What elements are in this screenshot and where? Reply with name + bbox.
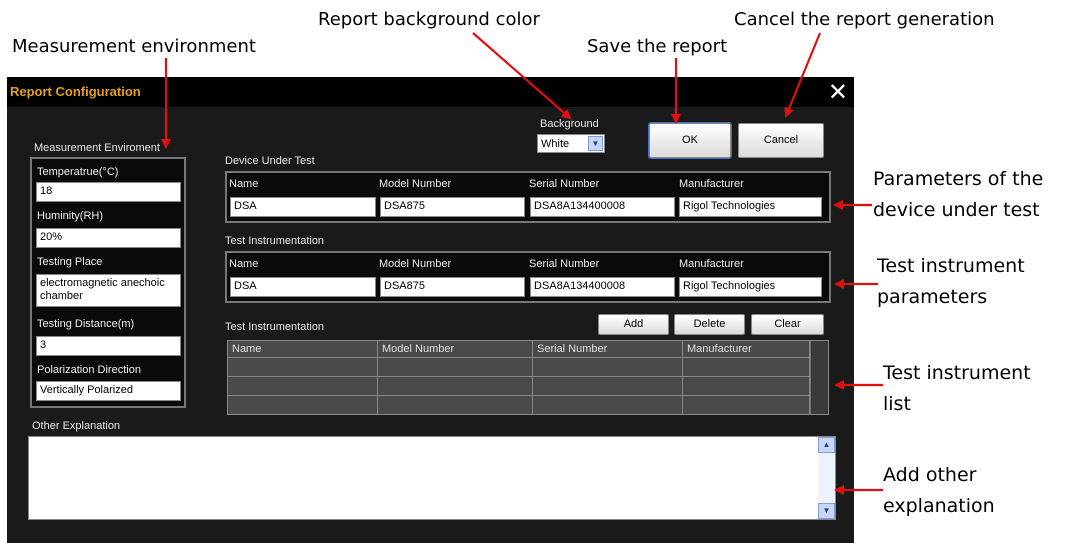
background-selected-value: White — [541, 138, 570, 150]
table-cell[interactable] — [683, 358, 810, 376]
annotation-line: explanation — [883, 495, 995, 517]
annotation-line: device under test — [873, 199, 1040, 221]
testing-distance-label: Testing Distance(m) — [37, 318, 135, 330]
table-cell[interactable] — [683, 377, 810, 395]
measurement-environment-panel: Temperatrue(°C) 18 Huminity(RH) 20% Test… — [30, 157, 186, 408]
polarization-field[interactable]: Vertically Polarized — [36, 381, 181, 401]
table-cell[interactable] — [378, 358, 533, 376]
dut-model-field[interactable]: DSA875 — [380, 197, 525, 217]
table-row[interactable] — [228, 395, 810, 414]
ok-button[interactable]: OK — [648, 122, 732, 159]
instrument-list-label: Test Instrumentation — [225, 321, 325, 333]
temperature-field[interactable]: 18 — [36, 182, 181, 202]
instrument-model-label: Model Number — [379, 258, 452, 270]
annotation-line: list — [883, 393, 911, 415]
humidity-field[interactable]: 20% — [36, 228, 181, 248]
table-cell[interactable] — [378, 377, 533, 395]
table-cell[interactable] — [228, 377, 378, 395]
device-under-test-label: Device Under Test — [225, 155, 315, 167]
annotation-line: parameters — [877, 286, 988, 308]
delete-button[interactable]: Delete — [674, 314, 745, 335]
annotation-cancel-report: Cancel the report generation — [734, 9, 995, 30]
table-cell[interactable] — [228, 358, 378, 376]
other-explanation-label: Other Explanation — [32, 420, 121, 432]
textarea-scrollbar[interactable]: ▲ ▼ — [818, 437, 835, 519]
clear-button[interactable]: Clear — [751, 314, 824, 335]
dut-name-field[interactable]: DSA — [230, 197, 376, 217]
annotation-line: Add other — [883, 464, 977, 486]
humidity-label: Huminity(RH) — [37, 210, 103, 222]
annotation-measurement-environment: Measurement environment — [12, 36, 256, 57]
testing-place-label: Testing Place — [37, 256, 103, 268]
instrument-list-table[interactable]: Name Model Number Serial Number Manufact… — [227, 340, 829, 415]
column-header-model-number[interactable]: Model Number — [378, 341, 533, 357]
annotation-other-explanation: Add other explanation — [883, 460, 995, 522]
add-button[interactable]: Add — [598, 314, 669, 335]
table-cell[interactable] — [533, 396, 683, 414]
table-scrollbar[interactable] — [810, 341, 828, 414]
dut-name-label: Name — [229, 178, 259, 190]
annotation-line: Test instrument — [877, 255, 1025, 277]
title-bar: Report Configuration ✕ — [7, 77, 854, 107]
annotation-report-background: Report background color — [318, 9, 540, 30]
instrument-model-field[interactable]: DSA875 — [380, 277, 525, 297]
dut-serial-label: Serial Number — [529, 178, 600, 190]
background-select[interactable]: White ▼ — [537, 134, 605, 153]
background-label: Background — [540, 118, 599, 130]
test-instrumentation-label: Test Instrumentation — [225, 235, 325, 247]
window-title: Report Configuration — [10, 84, 141, 99]
testing-distance-field[interactable]: 3 — [36, 336, 181, 356]
column-header-serial-number[interactable]: Serial Number — [533, 341, 683, 357]
scroll-up-icon[interactable]: ▲ — [818, 437, 835, 453]
instrument-serial-label: Serial Number — [529, 258, 600, 270]
instrument-manufacturer-field[interactable]: Rigol Technologies — [679, 277, 822, 297]
annotation-save-report: Save the report — [587, 36, 728, 57]
instrument-name-field[interactable]: DSA — [230, 277, 376, 297]
table-cell[interactable] — [228, 396, 378, 414]
table-cell[interactable] — [683, 396, 810, 414]
dut-manufacturer-label: Manufacturer — [679, 178, 744, 190]
annotation-dut-params: Parameters of the device under test — [873, 164, 1043, 226]
table-row[interactable] — [228, 357, 810, 376]
temperature-label: Temperatrue(°C) — [37, 166, 119, 178]
measurement-environment-label: Measurement Enviroment — [34, 142, 160, 154]
annotation-line: Test instrument — [883, 362, 1031, 384]
annotation-line: Parameters of the — [873, 168, 1044, 190]
test-instrumentation-panel: Name Model Number Serial Number Manufact… — [225, 251, 831, 303]
other-explanation-textarea[interactable]: ▲ ▼ — [28, 436, 836, 520]
device-under-test-panel: Name Model Number Serial Number Manufact… — [225, 171, 831, 223]
column-header-name[interactable]: Name — [228, 341, 378, 357]
instrument-manufacturer-label: Manufacturer — [679, 258, 744, 270]
polarization-label: Polarization Direction — [37, 364, 141, 376]
annotation-test-instrument-list: Test instrument list — [883, 358, 1031, 420]
chevron-down-icon[interactable]: ▼ — [588, 136, 603, 151]
testing-place-field[interactable]: electromagnetic anechoic chamber — [36, 274, 181, 307]
dut-serial-field[interactable]: DSA8A134400008 — [530, 197, 675, 217]
dut-model-label: Model Number — [379, 178, 452, 190]
table-cell[interactable] — [378, 396, 533, 414]
dut-manufacturer-field[interactable]: Rigol Technologies — [679, 197, 822, 217]
table-row[interactable] — [228, 376, 810, 395]
instrument-serial-field[interactable]: DSA8A134400008 — [530, 277, 675, 297]
cancel-button[interactable]: Cancel — [738, 123, 824, 158]
scroll-down-icon[interactable]: ▼ — [818, 503, 835, 519]
close-icon[interactable]: ✕ — [828, 79, 848, 105]
annotation-test-instrument-params: Test instrument parameters — [877, 251, 1025, 313]
table-cell[interactable] — [533, 358, 683, 376]
table-cell[interactable] — [533, 377, 683, 395]
instrument-name-label: Name — [229, 258, 259, 270]
column-header-manufacturer[interactable]: Manufacturer — [683, 341, 810, 357]
